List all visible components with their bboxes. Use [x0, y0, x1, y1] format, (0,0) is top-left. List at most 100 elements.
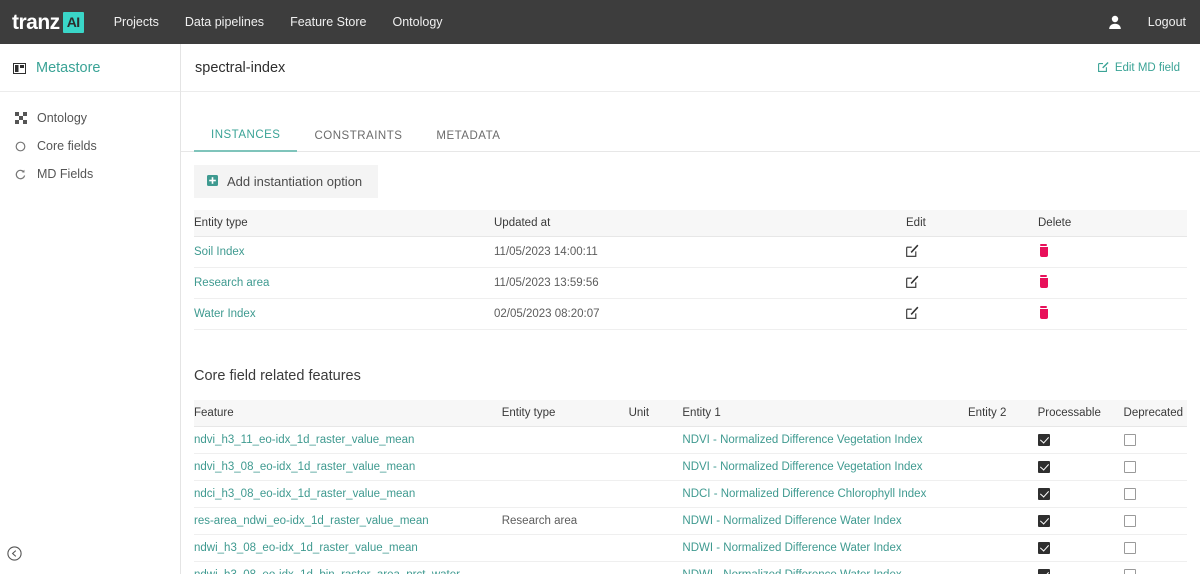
- edit-md-field-label: Edit MD field: [1114, 61, 1180, 74]
- collapse-left-icon[interactable]: [7, 546, 22, 561]
- ontology-grid-icon: [14, 112, 27, 125]
- processable-checkbox[interactable]: [1037, 569, 1050, 574]
- tab-metadata[interactable]: METADATA: [419, 130, 517, 151]
- app-logo[interactable]: tranz AI: [12, 10, 84, 34]
- feature-processable-cell: [1037, 480, 1124, 509]
- nav-item-feature-store[interactable]: Feature Store: [290, 15, 366, 29]
- pencil-square-icon[interactable]: [906, 306, 919, 319]
- sidebar-item-label-md-fields: MD Fields: [37, 167, 94, 181]
- feature-entity-2: [968, 426, 1038, 455]
- instance-entity-type-link[interactable]: Research area: [194, 267, 494, 299]
- nav-item-projects[interactable]: Projects: [114, 15, 159, 29]
- deprecated-checkbox[interactable]: [1123, 434, 1136, 446]
- topbar-right-group: Logout: [1108, 15, 1186, 30]
- table-row: ndwi_h3_08_eo-idx_1d_bin_raster_area_prc…: [194, 561, 1187, 574]
- body-wrapper: Metastore Ontology Core fields MD Fields: [0, 44, 1200, 574]
- instance-delete-cell: [1038, 267, 1187, 299]
- sidebar-item-label-core-fields: Core fields: [37, 139, 97, 153]
- instances-table: Entity type Updated at Edit Delete Soil …: [194, 210, 1187, 330]
- add-instantiation-option-label: Add instantiation option: [227, 174, 363, 189]
- feature-name-link[interactable]: res-area_ndwi_eo-idx_1d_raster_value_mea…: [194, 507, 502, 536]
- column-header-entity-type: Entity type: [194, 210, 494, 237]
- column-header-delete: Delete: [1038, 210, 1187, 237]
- deprecated-checkbox[interactable]: [1123, 488, 1136, 501]
- tab-constraints[interactable]: CONSTRAINTS: [297, 130, 419, 151]
- feature-entity-type: [501, 534, 629, 563]
- tab-bar: INSTANCES CONSTRAINTS METADATA: [181, 117, 1200, 152]
- add-instantiation-option-button[interactable]: Add instantiation option: [194, 165, 379, 198]
- feature-entity-1-link[interactable]: NDWI - Normalized Difference Water Index: [682, 561, 968, 574]
- feature-deprecated-cell: [1123, 480, 1187, 509]
- instance-edit-cell: [906, 267, 1038, 299]
- nav-item-data-pipelines[interactable]: Data pipelines: [185, 15, 264, 29]
- toolbar: Add instantiation option: [181, 152, 1200, 210]
- page-header: spectral-index Edit MD field: [181, 44, 1200, 92]
- sidebar-item-ontology[interactable]: Ontology: [0, 104, 180, 132]
- instance-updated-at: 02/05/2023 08:20:07: [494, 298, 906, 330]
- feature-name-link[interactable]: ndvi_h3_08_eo-idx_1d_raster_value_mean: [194, 453, 502, 482]
- feature-entity-2: [968, 561, 1038, 574]
- trash-icon[interactable]: [1038, 275, 1049, 288]
- processable-checkbox[interactable]: [1037, 434, 1050, 446]
- processable-checkbox[interactable]: [1037, 515, 1050, 528]
- table-row: ndwi_h3_08_eo-idx_1d_raster_value_mean ND…: [194, 534, 1187, 563]
- feature-unit: [628, 534, 683, 563]
- table-row: Water Index 02/05/2023 08:20:07: [194, 298, 1187, 330]
- tab-instances[interactable]: INSTANCES: [194, 129, 298, 152]
- feature-entity-1-link[interactable]: NDVI - Normalized Difference Vegetation …: [682, 426, 968, 455]
- feature-entity-2: [968, 453, 1038, 482]
- feature-entity-1-link[interactable]: NDWI - Normalized Difference Water Index: [682, 534, 968, 563]
- deprecated-checkbox[interactable]: [1123, 515, 1136, 528]
- feature-entity-1-link[interactable]: NDVI - Normalized Difference Vegetation …: [682, 453, 968, 482]
- feature-unit: [628, 480, 683, 509]
- feature-name-link[interactable]: ndci_h3_08_eo-idx_1d_raster_value_mean: [194, 480, 502, 509]
- feature-processable-cell: [1037, 534, 1124, 563]
- feature-name-link[interactable]: ndwi_h3_08_eo-idx_1d_bin_raster_area_prc…: [194, 561, 502, 574]
- plus-square-icon: [207, 174, 218, 189]
- instance-updated-at: 11/05/2023 14:00:11: [494, 236, 906, 268]
- feature-deprecated-cell: [1123, 453, 1187, 482]
- deprecated-checkbox[interactable]: [1123, 461, 1136, 474]
- sidebar-item-core-fields[interactable]: Core fields: [0, 132, 180, 160]
- instance-updated-at: 11/05/2023 13:59:56: [494, 267, 906, 299]
- deprecated-checkbox[interactable]: [1123, 542, 1136, 555]
- trash-icon[interactable]: [1038, 244, 1049, 257]
- sidebar: Metastore Ontology Core fields MD Fields: [0, 44, 181, 574]
- sidebar-item-md-fields[interactable]: MD Fields: [0, 160, 180, 188]
- feature-name-link[interactable]: ndwi_h3_08_eo-idx_1d_raster_value_mean: [194, 534, 502, 563]
- instance-entity-type-link[interactable]: Water Index: [194, 298, 494, 330]
- nav-item-ontology[interactable]: Ontology: [393, 15, 443, 29]
- user-icon[interactable]: [1108, 15, 1122, 30]
- edit-md-field-button[interactable]: Edit MD field: [1097, 61, 1180, 75]
- sidebar-header-label: Metastore: [36, 60, 101, 76]
- trash-icon[interactable]: [1038, 306, 1049, 319]
- column-header-feature: Feature: [194, 400, 502, 427]
- processable-checkbox[interactable]: [1037, 488, 1050, 501]
- logout-button[interactable]: Logout: [1148, 15, 1186, 29]
- feature-entity-1-link[interactable]: NDCI - Normalized Difference Chlorophyll…: [682, 480, 968, 509]
- table-row: ndvi_h3_08_eo-idx_1d_raster_value_mean ND…: [194, 453, 1187, 482]
- section-title-core-field-related-features: Core field related features: [194, 368, 361, 384]
- pencil-square-icon[interactable]: [906, 275, 919, 288]
- circle-icon: [14, 140, 27, 153]
- feature-name-link[interactable]: ndvi_h3_11_eo-idx_1d_raster_value_mean: [194, 426, 502, 455]
- column-header-entity-2: Entity 2: [968, 400, 1038, 427]
- processable-checkbox[interactable]: [1037, 461, 1050, 474]
- pencil-square-icon[interactable]: [906, 244, 919, 257]
- instance-entity-type-link[interactable]: Soil Index: [194, 236, 494, 268]
- feature-entity-1-link[interactable]: NDWI - Normalized Difference Water Index: [682, 507, 968, 536]
- feature-unit: [628, 426, 683, 455]
- processable-checkbox[interactable]: [1037, 542, 1050, 555]
- instances-table-header-row: Entity type Updated at Edit Delete: [194, 210, 1187, 237]
- table-row: ndvi_h3_11_eo-idx_1d_raster_value_mean ND…: [194, 426, 1187, 455]
- deprecated-checkbox[interactable]: [1123, 569, 1136, 574]
- feature-deprecated-cell: [1123, 561, 1187, 574]
- metastore-icon: [13, 62, 26, 75]
- logo-wordmark: tranz: [12, 10, 60, 34]
- sidebar-header-metastore[interactable]: Metastore: [0, 44, 180, 92]
- feature-entity-type: [501, 426, 629, 455]
- table-row: Research area 11/05/2023 13:59:56: [194, 267, 1187, 299]
- feature-entity-2: [968, 480, 1038, 509]
- logo-ai-badge: AI: [62, 11, 84, 33]
- feature-processable-cell: [1037, 507, 1124, 536]
